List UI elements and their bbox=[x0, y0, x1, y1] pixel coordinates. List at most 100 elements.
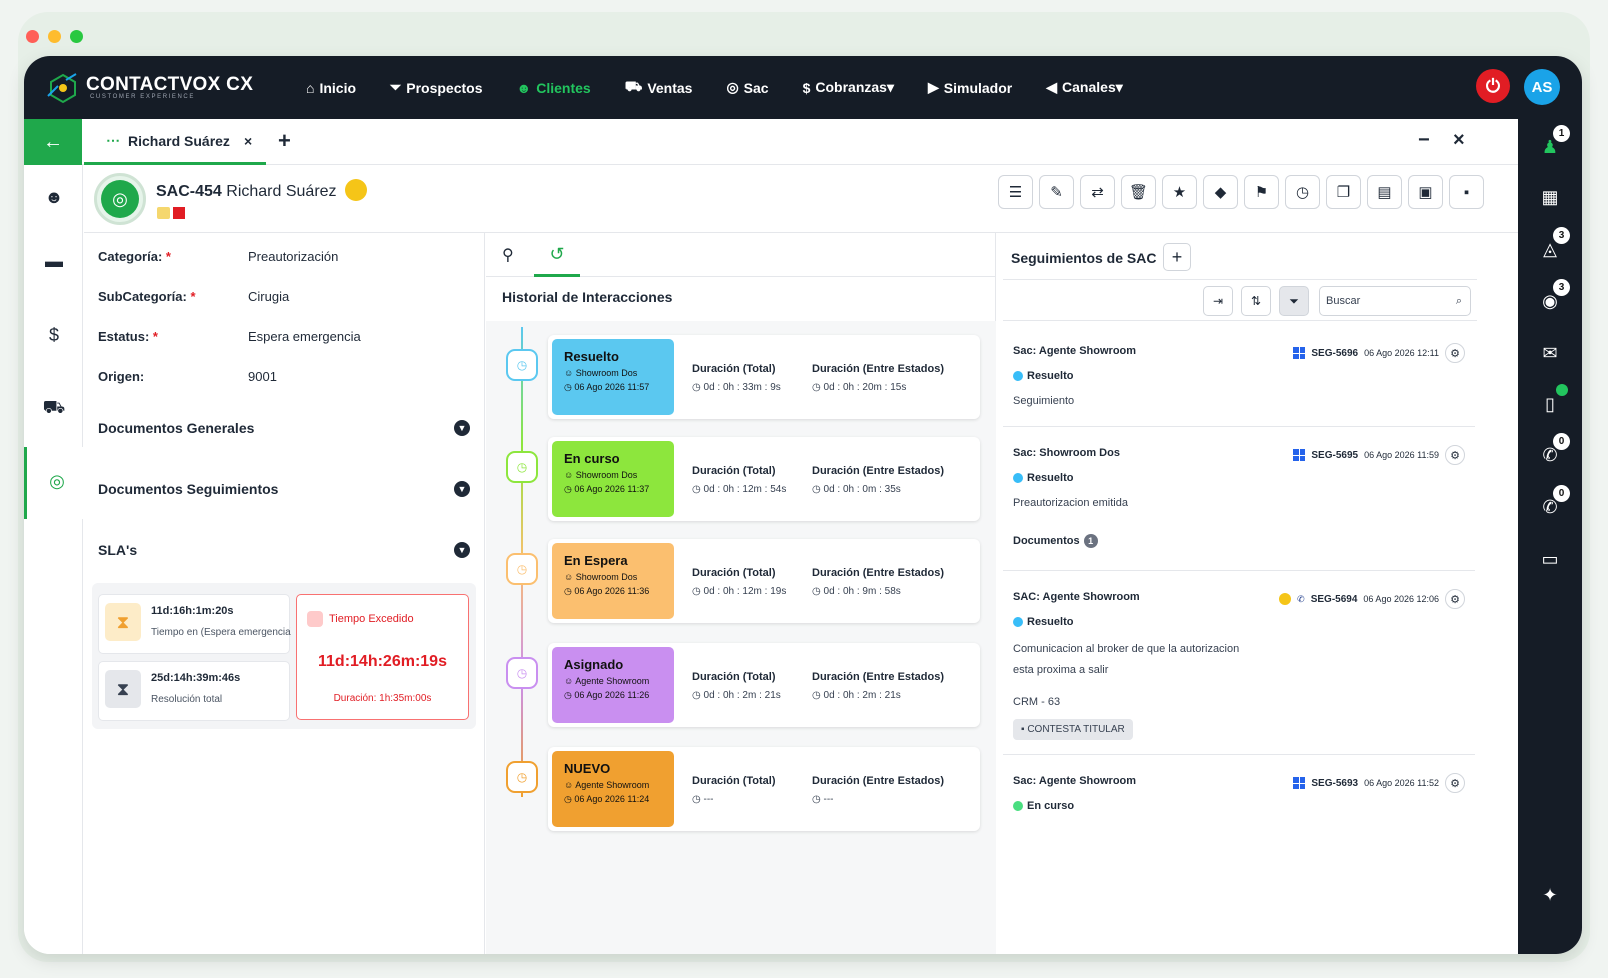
tab-transfer[interactable]: ⚲ bbox=[502, 245, 514, 265]
status-user: ☺ Agente Showroom bbox=[564, 676, 650, 686]
followup-item[interactable]: SAC: Agente Showroom ✆ SEG-5694 06 Ago 2… bbox=[1003, 571, 1475, 755]
screen-share-icon[interactable]: ▭ bbox=[1538, 547, 1562, 571]
edit-icon: ✎ bbox=[1050, 184, 1063, 201]
tab-close-button[interactable]: × bbox=[244, 133, 252, 149]
nav-canales[interactable]: ◀ Canales▾ bbox=[1046, 79, 1123, 96]
star-button[interactable]: ★ bbox=[1162, 175, 1197, 209]
duration-states: ◷ 0d : 0h : 20m : 15s bbox=[812, 382, 907, 393]
case-markers bbox=[157, 207, 185, 219]
nav-inicio[interactable]: ⌂ Inicio bbox=[306, 80, 356, 96]
followup-item[interactable]: Sac: Agente Showroom SEG-5693 06 Ago 202… bbox=[1003, 755, 1475, 835]
power-button[interactable]: ⏻ bbox=[1476, 69, 1510, 103]
case-name: Richard Suárez bbox=[226, 183, 337, 200]
chat-icon[interactable]: ◉ 3 bbox=[1538, 279, 1570, 313]
list-button[interactable]: ☰ bbox=[998, 175, 1033, 209]
history-card[interactable]: En curso ☺ Showroom Dos ◷ 06 Ago 2026 11… bbox=[548, 437, 980, 521]
alarm-icon bbox=[307, 611, 323, 627]
users-icon[interactable]: ☻ bbox=[41, 187, 67, 209]
archive-button[interactable]: ▣ bbox=[1408, 175, 1443, 209]
flag-button[interactable]: ⚑ bbox=[1244, 175, 1279, 209]
phone-alt-icon[interactable]: ✆ 0 bbox=[1538, 485, 1570, 519]
case-details-panel: Categoría: * Preautorización SubCategoría… bbox=[84, 233, 485, 954]
cart-icon[interactable]: ⛟ bbox=[41, 397, 67, 419]
followup-meta: SEG-5696 06 Ago 2026 12:11 ⚙ bbox=[1293, 343, 1465, 363]
delete-button[interactable]: 🗑 bbox=[1121, 175, 1156, 209]
history-panel: ⚲ ↺ Historial de Interacciones ◷ Resuelt… bbox=[486, 233, 996, 954]
sla-time: 11d:16h:1m:20s bbox=[151, 605, 234, 617]
maximize-dot[interactable] bbox=[70, 30, 83, 43]
agent-status-icon[interactable]: ♟ 1 bbox=[1538, 125, 1570, 159]
back-button[interactable]: ← bbox=[24, 119, 82, 165]
close-dot[interactable] bbox=[26, 30, 39, 43]
window-button[interactable]: ▪ bbox=[1449, 175, 1484, 209]
tab-richard-suarez[interactable]: ⋯ Richard Suárez × bbox=[84, 119, 266, 165]
duration-states: ◷ 0d : 0h : 0m : 35s bbox=[812, 484, 901, 495]
badge: 0 bbox=[1553, 433, 1570, 450]
hand-money-icon[interactable]: $ bbox=[41, 325, 67, 347]
nav-clientes[interactable]: ☻ Clientes bbox=[516, 80, 590, 96]
edit-button[interactable]: ✎ bbox=[1039, 175, 1074, 209]
nav-cobranzas[interactable]: $ Cobranzas▾ bbox=[803, 79, 894, 96]
history-card[interactable]: Asignado ☺ Agente Showroom ◷ 06 Ago 2026… bbox=[548, 643, 980, 727]
nav-ventas[interactable]: ⛟ Ventas bbox=[625, 78, 693, 97]
user-name: Showroom Dos bbox=[575, 470, 638, 480]
history-card[interactable]: NUEVO ☺ Agente Showroom ◷ 06 Ago 2026 11… bbox=[548, 747, 980, 831]
exceeded-time: 11d:14h:26m:19s bbox=[318, 653, 447, 670]
magic-wand-icon[interactable]: ✦ bbox=[1538, 883, 1562, 907]
close-window-button[interactable]: × bbox=[1453, 129, 1465, 152]
gear-icon[interactable]: ⚙ bbox=[1445, 343, 1465, 363]
add-tab-button[interactable]: + bbox=[278, 128, 291, 154]
nav-label: Prospectos bbox=[406, 79, 483, 96]
export-button[interactable]: ⇥ bbox=[1203, 286, 1233, 316]
document-button[interactable]: ▤ bbox=[1367, 175, 1402, 209]
minimize-dot[interactable] bbox=[48, 30, 61, 43]
trash-icon: 🗑 bbox=[1128, 184, 1149, 201]
flag-icon: ⚑ bbox=[1254, 184, 1269, 201]
followup-documents[interactable]: Documentos 1 bbox=[1013, 534, 1098, 548]
section-documentos-generales[interactable]: Documentos Generales ▼ bbox=[98, 420, 470, 436]
user-avatar[interactable]: AS bbox=[1524, 69, 1560, 105]
field-value[interactable]: 9001 bbox=[248, 369, 277, 384]
megaphone-icon: ◀ bbox=[1046, 79, 1058, 95]
mobile-icon[interactable]: ▯ bbox=[1538, 384, 1568, 416]
mail-icon[interactable]: ✉ bbox=[1538, 341, 1562, 365]
gear-icon[interactable]: ⚙ bbox=[1445, 773, 1465, 793]
history-card[interactable]: Resuelto ☺ Showroom Dos ◷ 06 Ago 2026 11… bbox=[548, 335, 980, 419]
nav-simulador[interactable]: ▶ Simulador bbox=[928, 79, 1012, 96]
tab-history[interactable]: ↺ bbox=[534, 233, 580, 277]
duration-value: 0d : 0h : 20m : 15s bbox=[823, 382, 907, 393]
clock-button[interactable]: ◷ bbox=[1285, 175, 1320, 209]
nav-sac[interactable]: ◎ Sac bbox=[726, 79, 768, 96]
copy-button[interactable]: ❐ bbox=[1326, 175, 1361, 209]
search-input[interactable]: Buscar ⌕ bbox=[1319, 286, 1471, 316]
gear-icon[interactable]: ⚙ bbox=[1445, 445, 1465, 465]
followup-item[interactable]: Sac: Agente Showroom SEG-5696 06 Ago 202… bbox=[1003, 325, 1475, 427]
gear-icon[interactable]: ⚙ bbox=[1445, 589, 1465, 609]
sidebar-item-sac-active[interactable]: ◎ bbox=[24, 447, 83, 519]
calendar-icon[interactable]: ▦ bbox=[1538, 185, 1562, 209]
credit-card-icon[interactable]: ▬ bbox=[41, 251, 67, 273]
transfer-button[interactable]: ⇄ bbox=[1080, 175, 1115, 209]
field-value[interactable]: Preautorización bbox=[248, 249, 338, 264]
tag-button[interactable]: ◆ bbox=[1203, 175, 1238, 209]
section-documentos-seguimientos[interactable]: Documentos Seguimientos ▼ bbox=[98, 481, 470, 497]
play-icon: ▶ bbox=[928, 79, 939, 95]
followup-item[interactable]: Sac: Showroom Dos SEG-5695 06 Ago 2026 1… bbox=[1003, 427, 1475, 571]
add-followup-button[interactable]: + bbox=[1163, 243, 1191, 271]
status-label: Resuelto bbox=[1027, 616, 1074, 628]
documents-count: 1 bbox=[1083, 534, 1098, 548]
flag-icon bbox=[173, 207, 185, 219]
logo[interactable]: CONTACTVOX CX CUSTOMER EXPERIENCE bbox=[46, 72, 276, 104]
bell-icon[interactable]: ◬ 3 bbox=[1538, 227, 1570, 261]
nav-label: Inicio bbox=[319, 79, 357, 96]
phone-icon[interactable]: ✆ 0 bbox=[1538, 433, 1570, 467]
filter-button[interactable]: ⏷ bbox=[1279, 286, 1309, 316]
nav-prospectos[interactable]: ⏷ Prospectos bbox=[390, 79, 482, 96]
duration-states-label: Duración (Entre Estados) bbox=[812, 465, 945, 477]
section-slas[interactable]: SLA's ▼ bbox=[98, 542, 470, 558]
sort-button[interactable]: ⇅ bbox=[1241, 286, 1271, 316]
field-value[interactable]: Cirugia bbox=[248, 289, 289, 304]
minimize-button[interactable]: − bbox=[1418, 129, 1430, 152]
field-value[interactable]: Espera emergencia bbox=[248, 329, 361, 344]
history-card[interactable]: En Espera ☺ Showroom Dos ◷ 06 Ago 2026 1… bbox=[548, 539, 980, 623]
